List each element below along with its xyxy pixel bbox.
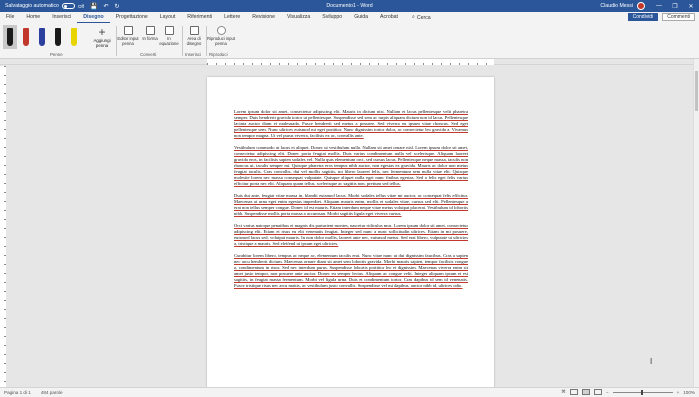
add-pen-label: Aggiungi penna [93,38,111,48]
maximize-button[interactable]: ❐ [667,3,683,10]
ink-editor-button[interactable]: Editor input penna [117,26,139,46]
ribbon-tabs: File Home Inserisci Disegno Progettazion… [0,12,699,23]
tab-insert[interactable]: Inserisci [46,12,77,23]
document-area: Lorem ipsum dolor sit amet, consectetur … [6,66,693,387]
ink-to-math-label: In equazione [159,36,179,46]
comments-button[interactable]: Commenti [662,13,695,21]
tab-view[interactable]: Visualizza [281,12,316,23]
group-label-convert: Converti [140,52,157,57]
ink-to-shape-label: In forma [142,36,158,41]
tab-references[interactable]: Riferimenti [181,12,218,23]
focus-icon[interactable]: ⌘ [561,389,566,395]
autosave-state: Off [77,3,84,9]
paragraph[interactable]: Lorem ipsum dolor sit amet, consectetur … [234,109,468,139]
user-name[interactable]: Claudio Messi [600,3,633,9]
tab-mailings[interactable]: Lettere [218,12,246,23]
pen-icon [39,28,45,46]
word-count[interactable]: 484 parole [41,390,63,395]
tab-file[interactable]: File [0,12,20,23]
close-button[interactable]: ✕ [683,3,699,10]
ink-replay-button[interactable]: Riproduci input penna [207,26,235,46]
pen-blue[interactable] [35,25,49,49]
drawing-canvas-button[interactable]: Area di disegno [183,26,205,46]
search-icon: ⌕ [411,14,415,20]
group-label-pens: Penne [50,52,63,57]
read-mode-icon[interactable] [569,389,578,395]
page-count[interactable]: Pagina 1 di 1 [4,390,31,395]
text-cursor-icon: I [650,357,653,366]
tab-acrobat[interactable]: Acrobat [374,12,404,23]
canvas-icon [189,26,199,35]
highlighter-yellow[interactable] [67,25,81,49]
tab-help[interactable]: Guida [348,12,374,23]
drawing-canvas-label: Area di disegno [186,36,202,46]
tab-design[interactable]: Progettazione [110,12,154,23]
search-box[interactable]: ⌕ Cerca [412,14,431,21]
autosave-label: Salvataggio automatico [5,3,59,9]
save-icon[interactable]: 💾 [90,3,97,10]
tab-developer[interactable]: Sviluppo [316,12,348,23]
ruler-scale [207,59,494,65]
share-button[interactable]: Condividi [627,13,659,21]
ribbon-draw: + Aggiungi penna Penne Editor input penn… [0,23,699,59]
shape-icon [145,26,155,35]
search-placeholder: Cerca [416,14,431,21]
ink-editor-icon [123,26,133,35]
pen-black[interactable] [3,25,17,49]
document-body[interactable]: Lorem ipsum dolor sit amet, consectetur … [234,109,468,295]
scrollbar-thumb[interactable] [695,71,698,111]
paragraph[interactable]: Duis dui ante, feugiat vitae massa in, b… [234,193,468,217]
print-layout-icon[interactable] [581,389,590,395]
add-pen-button[interactable]: + Aggiungi penna [90,26,114,48]
paragraph[interactable]: Curabitur lorem libero, tempus ac neque … [234,253,468,289]
highlighter-icon [71,28,77,46]
zoom-knob[interactable] [640,389,643,395]
pen-icon [23,28,29,46]
pencil-icon [55,28,61,46]
math-icon [164,26,174,35]
status-bar: Pagina 1 di 1 484 parole ⌘ − + 100% [0,387,699,397]
avatar[interactable] [637,2,645,10]
zoom-out-icon[interactable]: − [606,390,609,395]
pen-icon [7,28,13,46]
group-label-replay: Riproduci [209,52,228,57]
pen-red[interactable] [19,25,33,49]
vertical-scrollbar[interactable] [693,59,699,387]
ink-replay-label: Riproduci input penna [207,36,235,46]
minimize-button[interactable]: — [651,3,667,9]
zoom-in-icon[interactable]: + [677,390,680,395]
tab-review[interactable]: Revisione [246,12,281,23]
group-label-insert: Inserisci [185,52,202,57]
autosave-toggle[interactable] [61,3,75,9]
pencil-black[interactable] [51,25,65,49]
replay-icon [216,26,226,35]
redo-icon[interactable]: ↻ [115,3,120,10]
pen-gallery [3,25,85,49]
paragraph[interactable]: Orci varius natoque penatibus et magnis … [234,223,468,247]
undo-icon[interactable]: ↶ [103,3,108,10]
ink-to-math-button[interactable]: In equazione [158,26,180,46]
zoom-slider[interactable] [612,389,673,395]
title-bar: Salvataggio automatico Off 💾 ↶ ↻ Documen… [0,0,699,12]
ink-editor-label: Editor input penna [117,36,139,46]
tab-home[interactable]: Home [20,12,46,23]
paragraph[interactable]: Vestibulum commodo ut lacus et aliquet. … [234,145,468,187]
autosave-control[interactable]: Salvataggio automatico Off [5,3,84,9]
document-page[interactable]: Lorem ipsum dolor sit amet, consectetur … [207,77,494,387]
web-layout-icon[interactable] [593,389,602,395]
tab-draw[interactable]: Disegno [77,12,110,23]
tab-layout[interactable]: Layout [154,12,182,23]
plus-icon: + [98,25,106,39]
horizontal-ruler[interactable] [0,59,699,65]
zoom-level[interactable]: 100% [683,390,695,395]
